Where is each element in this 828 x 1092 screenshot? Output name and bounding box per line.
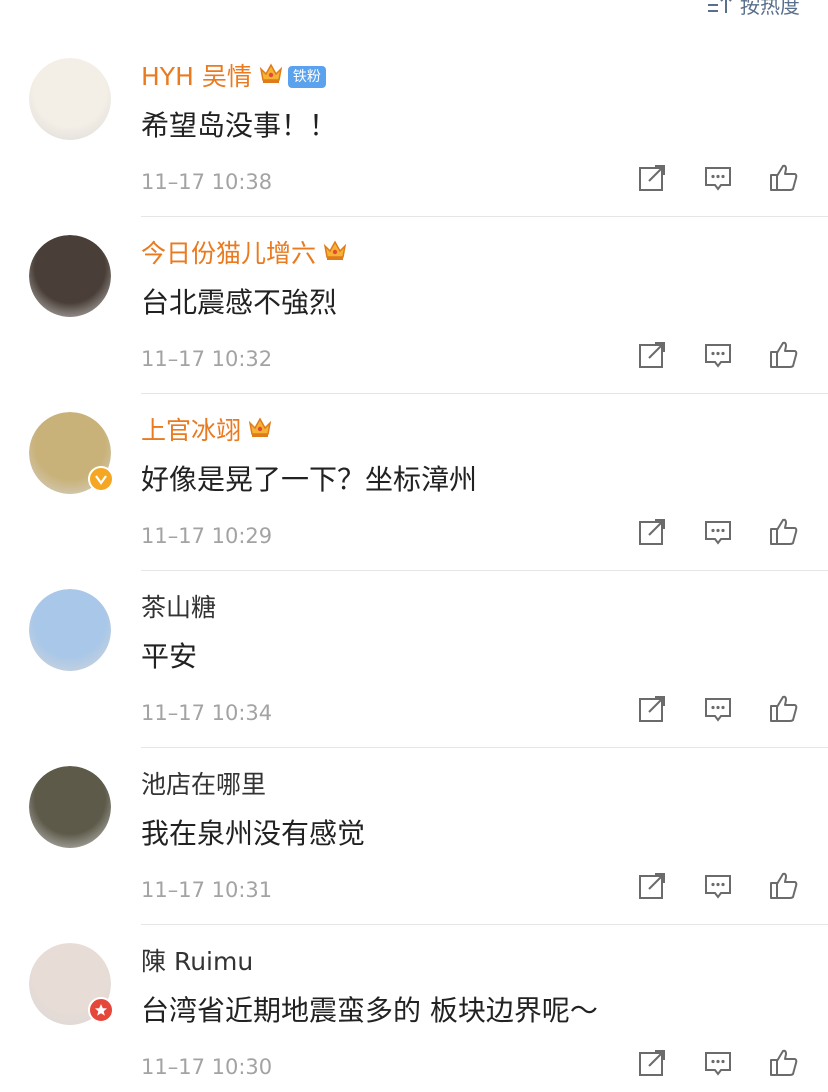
username[interactable]: 上官冰翊 xyxy=(141,414,273,448)
comment-actions xyxy=(636,1049,800,1081)
comment-text: 平安 xyxy=(141,640,198,673)
like-icon xyxy=(768,162,800,198)
comment-item[interactable]: 陳 Ruimu 台湾省近期地震蛮多的 板块边界呢～ 11–17 10:30 xyxy=(0,925,828,1092)
share-icon xyxy=(637,694,667,728)
share-button[interactable] xyxy=(636,164,668,196)
reply-button[interactable] xyxy=(702,164,734,196)
comment-text: 希望岛没事！！ xyxy=(141,109,338,142)
username-text: 上官冰翊 xyxy=(141,416,242,445)
comment-icon xyxy=(703,871,733,905)
timestamp: 11–17 10:31 xyxy=(141,878,273,902)
reply-button[interactable] xyxy=(702,872,734,904)
fan-tag: 铁粉 xyxy=(287,66,326,88)
avatar[interactable] xyxy=(29,589,111,671)
reply-button[interactable] xyxy=(702,518,734,550)
comment-actions xyxy=(636,164,800,196)
like-button[interactable] xyxy=(768,1049,800,1081)
share-button[interactable] xyxy=(636,872,668,904)
comment-item[interactable]: 上官冰翊好像是晃了一下？坐标漳州 11–17 10:29 xyxy=(0,394,828,571)
verified-badge-icon xyxy=(88,466,114,492)
crown-icon xyxy=(322,237,348,271)
username-text: 今日份猫儿增六 xyxy=(141,239,317,268)
reply-button[interactable] xyxy=(702,695,734,727)
avatar-image xyxy=(29,766,111,848)
username[interactable]: 茶山糖 xyxy=(141,591,216,625)
sort-label: 按热度 xyxy=(740,0,800,18)
like-icon xyxy=(768,1047,800,1083)
avatar-image xyxy=(29,235,111,317)
like-icon xyxy=(768,339,800,375)
avatar[interactable] xyxy=(29,58,111,140)
username-text: HYH 吴情 xyxy=(141,62,252,91)
share-button[interactable] xyxy=(636,518,668,550)
avatar[interactable] xyxy=(29,235,111,317)
comment-text: 我在泉州没有感觉 xyxy=(141,817,366,850)
share-icon xyxy=(637,340,667,374)
timestamp: 11–17 10:32 xyxy=(141,347,273,371)
like-icon xyxy=(768,870,800,906)
sort-icon xyxy=(706,0,732,15)
comment-icon xyxy=(703,163,733,197)
comment-actions xyxy=(636,872,800,904)
share-icon xyxy=(637,517,667,551)
username[interactable]: 池店在哪里 xyxy=(141,768,266,802)
like-button[interactable] xyxy=(768,164,800,196)
username-text: 池店在哪里 xyxy=(141,770,267,799)
comment-item[interactable]: 今日份猫儿增六台北震感不強烈 11–17 10:32 xyxy=(0,217,828,394)
comment-icon xyxy=(703,1048,733,1082)
comment-text: 台北震感不強烈 xyxy=(141,286,338,319)
username-text: 茶山糖 xyxy=(141,593,217,622)
crown-icon xyxy=(247,414,273,448)
crown-icon xyxy=(258,60,284,94)
like-icon xyxy=(768,693,800,729)
comment-item[interactable]: 茶山糖平安 11–17 10:34 xyxy=(0,571,828,748)
like-button[interactable] xyxy=(768,518,800,550)
timestamp: 11–17 10:34 xyxy=(141,701,273,725)
comment-actions xyxy=(636,518,800,550)
sort-control[interactable]: 按热度 xyxy=(706,0,800,20)
like-button[interactable] xyxy=(768,341,800,373)
username[interactable]: 今日份猫儿增六 xyxy=(141,237,348,271)
comment-list: HYH 吴情 铁粉希望岛没事！！ 11–17 10:38 今日份猫儿增六台北震感不強烈… xyxy=(0,40,828,1092)
share-icon xyxy=(637,163,667,197)
timestamp: 11–17 10:29 xyxy=(141,524,273,548)
share-icon xyxy=(637,871,667,905)
like-button[interactable] xyxy=(768,872,800,904)
username[interactable]: HYH 吴情 铁粉 xyxy=(141,60,326,94)
reply-button[interactable] xyxy=(702,1049,734,1081)
comment-actions xyxy=(636,695,800,727)
comment-icon xyxy=(703,340,733,374)
avatar-image xyxy=(29,589,111,671)
like-icon xyxy=(768,516,800,552)
comment-actions xyxy=(636,341,800,373)
comment-icon xyxy=(703,694,733,728)
username[interactable]: 陳 Ruimu xyxy=(141,945,253,979)
comment-icon xyxy=(703,517,733,551)
comment-text: 好像是晃了一下？坐标漳州 xyxy=(141,463,478,496)
share-button[interactable] xyxy=(636,695,668,727)
username-text: 陳 Ruimu xyxy=(141,947,254,976)
comment-item[interactable]: 池店在哪里我在泉州没有感觉 11–17 10:31 xyxy=(0,748,828,925)
reply-button[interactable] xyxy=(702,341,734,373)
avatar-image xyxy=(29,58,111,140)
share-button[interactable] xyxy=(636,341,668,373)
user-badge-icon xyxy=(88,997,114,1023)
timestamp: 11–17 10:38 xyxy=(141,170,273,194)
avatar[interactable] xyxy=(29,766,111,848)
share-button[interactable] xyxy=(636,1049,668,1081)
timestamp: 11–17 10:30 xyxy=(141,1055,273,1079)
comment-text: 台湾省近期地震蛮多的 板块边界呢～ xyxy=(141,994,598,1027)
comment-item[interactable]: HYH 吴情 铁粉希望岛没事！！ 11–17 10:38 xyxy=(0,40,828,217)
share-icon xyxy=(637,1048,667,1082)
like-button[interactable] xyxy=(768,695,800,727)
